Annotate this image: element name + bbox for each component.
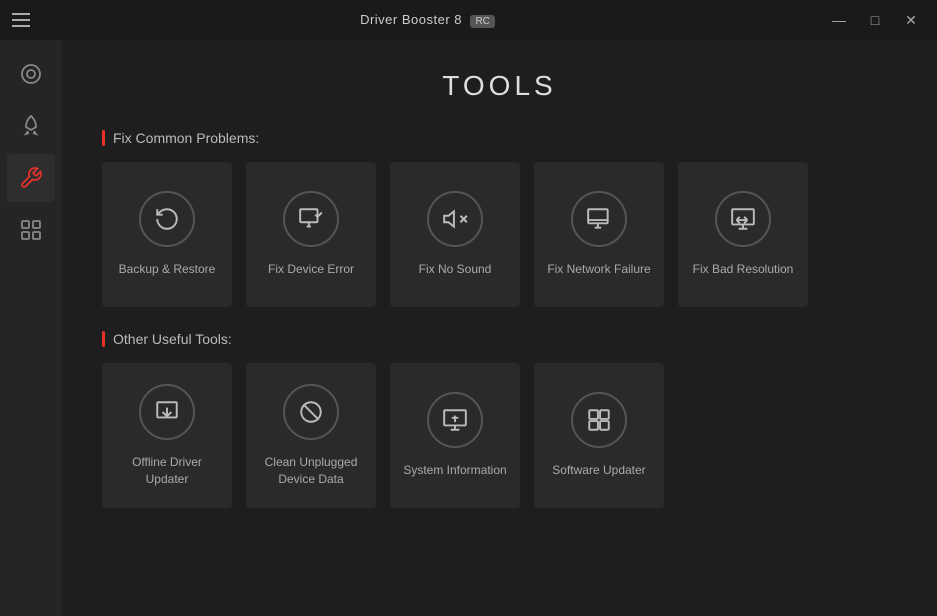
backup-restore-icon xyxy=(154,206,180,232)
system-information-icon xyxy=(442,407,468,433)
rocket-icon xyxy=(19,114,43,138)
section1-header: Fix Common Problems: xyxy=(102,130,897,146)
section-bar-2 xyxy=(102,331,105,347)
clean-unplugged-icon xyxy=(298,399,324,425)
fix-common-grid: Backup & Restore Fix Device Error xyxy=(102,162,897,307)
wrench-icon xyxy=(19,166,43,190)
fix-no-sound-icon-circle xyxy=(427,191,483,247)
title-bar: Driver Booster 8 RC — □ ✕ xyxy=(0,0,937,40)
section-bar-1 xyxy=(102,130,105,146)
fix-bad-resolution-icon-circle xyxy=(715,191,771,247)
fix-network-failure-label: Fix Network Failure xyxy=(547,261,650,278)
tool-software-updater[interactable]: Software Updater xyxy=(534,363,664,508)
system-information-label: System Information xyxy=(403,462,506,479)
tool-system-information[interactable]: System Information xyxy=(390,363,520,508)
software-updater-icon xyxy=(586,407,612,433)
title-bar-controls: — □ ✕ xyxy=(825,6,925,34)
tool-fix-no-sound[interactable]: Fix No Sound xyxy=(390,162,520,307)
grid-icon xyxy=(19,218,43,242)
maximize-button[interactable]: □ xyxy=(861,6,889,34)
tool-fix-bad-resolution[interactable]: Fix Bad Resolution xyxy=(678,162,808,307)
tool-clean-unplugged[interactable]: Clean Unplugged Device Data xyxy=(246,363,376,508)
offline-driver-updater-icon-circle xyxy=(139,384,195,440)
fix-network-failure-icon-circle xyxy=(571,191,627,247)
circle-ring-icon xyxy=(19,62,43,86)
backup-restore-icon-circle xyxy=(139,191,195,247)
offline-driver-updater-icon xyxy=(154,399,180,425)
tool-offline-driver-updater[interactable]: Offline Driver Updater xyxy=(102,363,232,508)
sidebar xyxy=(0,40,62,616)
sidebar-item-boost[interactable] xyxy=(7,102,55,150)
fix-bad-resolution-label: Fix Bad Resolution xyxy=(693,261,794,278)
software-updater-label: Software Updater xyxy=(552,462,645,479)
title-bar-left xyxy=(12,13,30,27)
other-tools-grid: Offline Driver Updater Clean Unplugged D… xyxy=(102,363,897,508)
fix-no-sound-icon xyxy=(442,206,468,232)
offline-driver-updater-label: Offline Driver Updater xyxy=(112,454,222,488)
fix-device-error-icon xyxy=(298,206,324,232)
close-button[interactable]: ✕ xyxy=(897,6,925,34)
backup-restore-label: Backup & Restore xyxy=(119,261,216,278)
section2-header: Other Useful Tools: xyxy=(102,331,897,347)
sidebar-item-home[interactable] xyxy=(7,50,55,98)
page-title: TOOLS xyxy=(102,70,897,102)
tool-fix-network-failure[interactable]: Fix Network Failure xyxy=(534,162,664,307)
title-bar-center: Driver Booster 8 RC xyxy=(360,11,495,29)
fix-network-failure-icon xyxy=(586,206,612,232)
tool-backup-restore[interactable]: Backup & Restore xyxy=(102,162,232,307)
section1-label: Fix Common Problems: xyxy=(113,130,259,146)
software-updater-icon-circle xyxy=(571,392,627,448)
minimize-button[interactable]: — xyxy=(825,6,853,34)
tool-fix-device-error[interactable]: Fix Device Error xyxy=(246,162,376,307)
fix-no-sound-label: Fix No Sound xyxy=(419,261,492,278)
section2-label: Other Useful Tools: xyxy=(113,331,232,347)
app-body: TOOLS Fix Common Problems: Backup & Rest… xyxy=(0,40,937,616)
fix-device-error-label: Fix Device Error xyxy=(268,261,354,278)
clean-unplugged-label: Clean Unplugged Device Data xyxy=(256,454,366,488)
app-badge: RC xyxy=(470,15,494,28)
hamburger-menu-icon[interactable] xyxy=(12,13,30,27)
sidebar-item-apps[interactable] xyxy=(7,206,55,254)
app-title: Driver Booster 8 xyxy=(360,12,462,27)
fix-bad-resolution-icon xyxy=(730,206,756,232)
sidebar-item-tools[interactable] xyxy=(7,154,55,202)
clean-unplugged-icon-circle xyxy=(283,384,339,440)
fix-device-error-icon-circle xyxy=(283,191,339,247)
main-content: TOOLS Fix Common Problems: Backup & Rest… xyxy=(62,40,937,616)
system-information-icon-circle xyxy=(427,392,483,448)
